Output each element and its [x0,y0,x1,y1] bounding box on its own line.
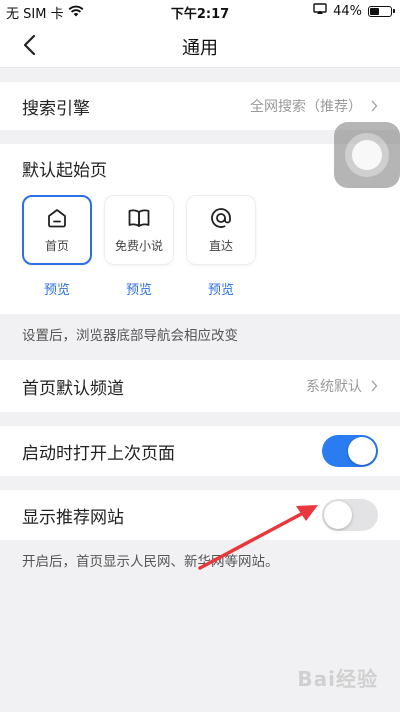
home-channel-row[interactable]: 首页默认频道 系统默认 [0,360,400,412]
search-engine-row[interactable]: 搜索引擎 全网搜索（推荐） [0,82,400,130]
home-icon [48,208,66,227]
book-icon [128,208,150,227]
preview-link-direct[interactable]: 预览 [208,279,234,298]
chevron-right-icon [371,380,378,392]
preview-link-novel[interactable]: 预览 [126,279,152,298]
battery-percent: 44% [333,3,362,19]
at-icon [211,207,231,228]
restore-last-page-row: 启动时打开上次页面 [0,426,400,476]
search-engine-value: 全网搜索（推荐） [250,99,362,115]
home-channel-label: 首页默认频道 [22,378,124,399]
start-option-label: 免费小说 [114,238,163,253]
battery-icon [368,5,395,17]
start-option-novel[interactable]: 免费小说 [104,195,174,265]
start-option-label: 直达 [208,238,233,253]
chevron-right-icon [371,100,378,112]
show-recommended-label: 显示推荐网站 [22,507,124,528]
status-bar: 无 SIM 卡 下午2:17 44% [0,0,400,22]
show-recommended-row: 显示推荐网站 [0,490,400,540]
search-engine-label: 搜索引擎 [22,98,90,119]
home-channel-value: 系统默认 [306,379,362,395]
show-recommended-toggle[interactable] [322,499,378,531]
start-option-home[interactable]: 首页 [22,195,92,265]
page-title: 通用 [182,38,218,59]
assistive-touch-button[interactable] [334,122,400,188]
watermark: Bai经验 [297,667,378,691]
restore-last-page-toggle[interactable] [322,435,378,467]
nav-bar: 通用 [0,22,400,68]
restore-last-page-label: 启动时打开上次页面 [22,443,175,464]
show-recommended-hint: 开启后，首页显示人民网、新华网等网站。 [22,554,279,570]
start-page-title: 默认起始页 [22,161,107,181]
start-option-label: 首页 [44,238,69,253]
start-page-hint: 设置后，浏览器底部导航会相应改变 [0,314,400,360]
start-option-direct[interactable]: 直达 [186,195,256,265]
screen-mirror-icon [313,3,327,19]
preview-link-home[interactable]: 预览 [44,279,70,298]
